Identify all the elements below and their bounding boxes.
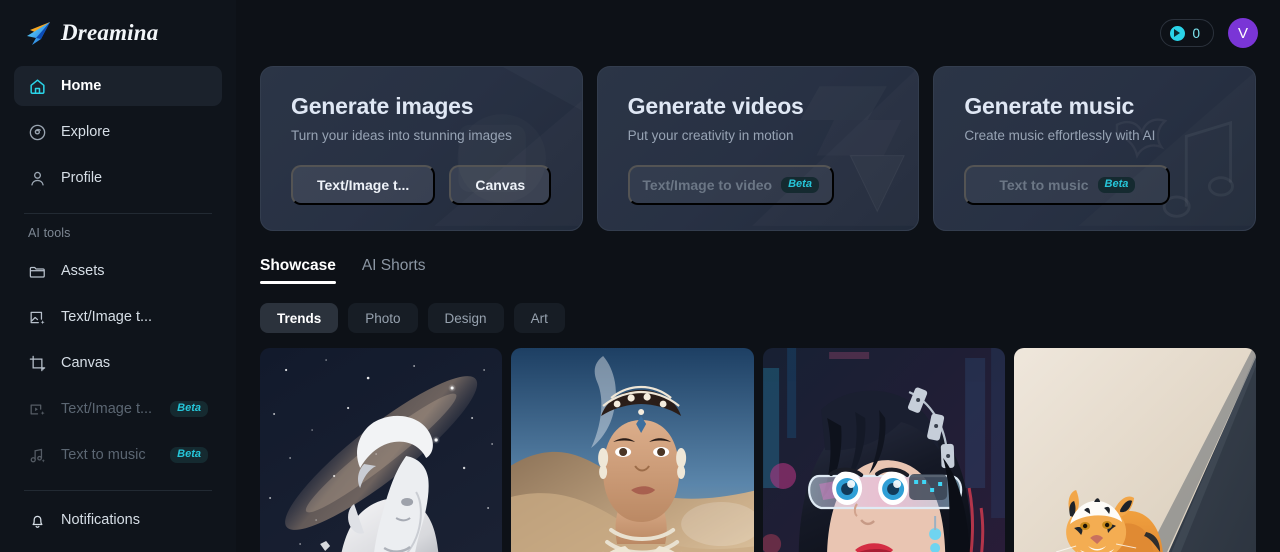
sidebar-item-label: Notifications: [61, 512, 140, 528]
credits-value: 0: [1192, 25, 1200, 41]
card-title: Generate images: [291, 93, 474, 119]
sidebar-item-home[interactable]: Home: [14, 66, 222, 106]
sidebar-item-profile[interactable]: Profile: [14, 158, 222, 198]
sidebar-item-label: Assets: [61, 263, 105, 279]
gallery-image-galaxy-bust: [260, 348, 503, 552]
dreamina-app: Dreamina Home Explore Profile AI tools A…: [0, 0, 1280, 552]
gallery-item[interactable]: [762, 348, 1005, 552]
main-content: 0 V Generate images Turn your ideas into…: [236, 0, 1280, 552]
showcase-gallery: [236, 348, 1280, 552]
sidebar-item-label: Profile: [61, 170, 103, 186]
button-label: Canvas: [475, 177, 526, 193]
sidebar-divider-bottom: [24, 490, 212, 491]
folder-icon: [28, 262, 47, 281]
text-image-to-image-button[interactable]: Text/Image t...: [291, 165, 436, 205]
explore-icon: [28, 123, 47, 142]
beta-badge: Beta: [781, 177, 819, 193]
card-actions: Text to music Beta: [964, 165, 1255, 205]
sidebar-item-assets[interactable]: Assets: [14, 251, 222, 291]
chip-design[interactable]: Design: [427, 303, 504, 333]
tab-showcase[interactable]: Showcase: [260, 257, 336, 284]
bell-icon: [28, 511, 47, 530]
topbar: 0 V: [236, 0, 1280, 66]
profile-icon: [28, 169, 47, 188]
sidebar-item-text-image-to-video[interactable]: Text/Image t... Beta: [14, 389, 222, 429]
card-generate-images[interactable]: Generate images Turn your ideas into stu…: [260, 66, 583, 231]
content-tabs: Showcase AI Shorts: [236, 257, 1280, 284]
music-gen-icon: [28, 446, 47, 465]
sidebar-item-canvas[interactable]: Canvas: [14, 343, 222, 383]
sidebar-item-label: Text/Image t...: [61, 401, 153, 417]
gallery-item[interactable]: [260, 348, 503, 552]
card-subtitle: Turn your ideas into stunning images: [291, 128, 512, 143]
image-gen-icon: [28, 308, 47, 327]
brand[interactable]: Dreamina: [14, 0, 222, 66]
card-title: Generate videos: [627, 93, 804, 119]
gallery-item[interactable]: [1013, 348, 1256, 552]
sidebar-item-label: Text/Image t...: [61, 309, 153, 325]
button-label: Text/Image t...: [317, 177, 410, 193]
beta-badge: Beta: [170, 401, 208, 417]
avatar[interactable]: V: [1228, 18, 1258, 48]
sidebar-section-label: AI tools: [28, 226, 71, 240]
sidebar-item-label: Home: [61, 78, 102, 94]
sidebar-item-text-to-music[interactable]: Text to music Beta: [14, 435, 222, 475]
chip-art[interactable]: Art: [513, 303, 565, 333]
card-generate-videos[interactable]: Generate videos Put your creativity in m…: [596, 66, 920, 231]
card-actions: Text/Image to video Beta: [627, 165, 919, 205]
card-title: Generate music: [964, 93, 1135, 119]
text-to-music-button[interactable]: Text to music Beta: [964, 165, 1171, 205]
dreamina-arrow-logo-icon: [24, 19, 54, 47]
text-image-to-video-button[interactable]: Text/Image to video Beta: [627, 165, 834, 205]
sidebar-item-label: Text to music: [61, 447, 146, 463]
button-label: Text to music: [999, 177, 1089, 193]
tab-ai-shorts[interactable]: AI Shorts: [362, 257, 426, 284]
filter-chips: Trends Photo Design Art: [236, 303, 1280, 333]
sidebar-item-label: Explore: [61, 124, 111, 140]
card-actions: Text/Image t... Canvas: [291, 165, 582, 205]
gallery-image-desert-portrait: [511, 348, 754, 552]
sidebar: Dreamina Home Explore Profile AI tools A…: [0, 0, 236, 552]
card-subtitle: Create music effortlessly with AI: [964, 128, 1156, 143]
video-gen-icon: [28, 400, 47, 419]
credit-coin-icon: [1170, 25, 1186, 41]
credits-badge[interactable]: 0: [1160, 19, 1214, 47]
sidebar-item-label: Canvas: [61, 355, 111, 371]
brand-name: Dreamina: [61, 20, 159, 45]
home-icon: [28, 77, 47, 96]
card-generate-music[interactable]: Generate music Create music effortlessly…: [933, 66, 1257, 231]
gallery-image-tiger-dune: [1013, 348, 1256, 552]
gallery-item[interactable]: [511, 348, 754, 552]
chip-trends[interactable]: Trends: [260, 303, 339, 333]
beta-badge: Beta: [170, 447, 208, 463]
chip-photo[interactable]: Photo: [348, 303, 418, 333]
card-subtitle: Put your creativity in motion: [627, 128, 794, 143]
button-label: Text/Image to video: [642, 177, 773, 193]
canvas-button[interactable]: Canvas: [449, 165, 552, 205]
sidebar-item-explore[interactable]: Explore: [14, 112, 222, 152]
gallery-image-cyberpunk-portrait: [762, 348, 1005, 552]
sidebar-item-notifications[interactable]: Notifications: [14, 500, 222, 540]
sidebar-item-text-image-to-image[interactable]: Text/Image t...: [14, 297, 222, 337]
beta-badge: Beta: [1097, 177, 1136, 193]
canvas-icon: [28, 354, 47, 373]
hero-cards: Generate images Turn your ideas into stu…: [236, 66, 1280, 231]
sidebar-divider-top: [24, 213, 212, 214]
